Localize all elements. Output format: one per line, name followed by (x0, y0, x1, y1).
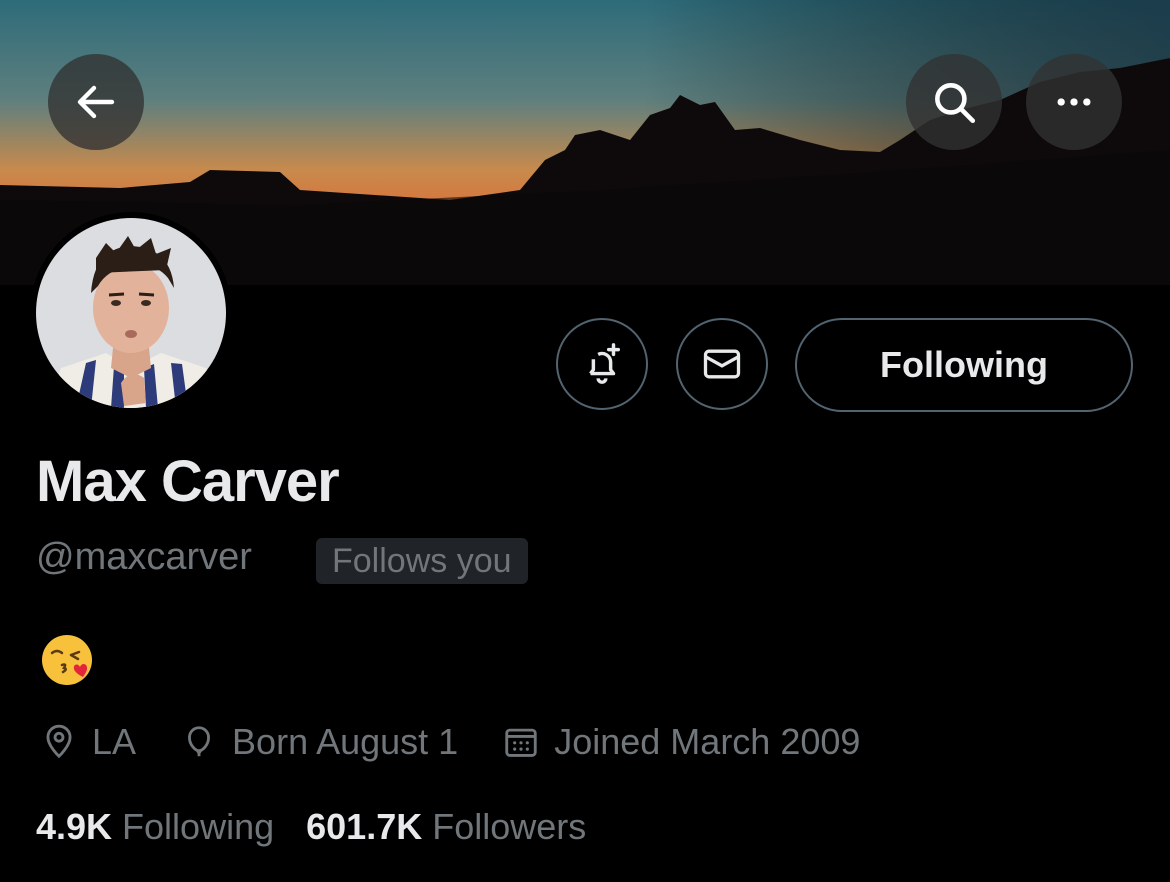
profile-handle: @maxcarver (36, 536, 252, 578)
avatar[interactable] (30, 212, 232, 414)
calendar-icon (505, 728, 537, 757)
birthday-text: Born August 1 (232, 721, 459, 762)
location-pin-icon (46, 724, 72, 759)
followers-stat[interactable]: 601.7K Followers (306, 806, 586, 848)
following-stat[interactable]: 4.9K Following (36, 806, 274, 848)
bell-plus-icon (589, 343, 621, 384)
follows-you-badge: Follows you (316, 538, 528, 584)
profile-stats: 4.9K Following 601.7K Followers (36, 806, 618, 848)
face-blowing-kiss-icon (42, 635, 92, 685)
joined-item: Joined March 2009 (502, 721, 860, 763)
envelope-icon (703, 349, 741, 379)
more-button[interactable] (1026, 54, 1122, 150)
following-label: Following (122, 806, 275, 847)
following-button[interactable]: Following (795, 318, 1133, 412)
followers-label: Followers (432, 806, 587, 847)
search-button[interactable] (906, 54, 1002, 150)
arrow-left-icon (77, 85, 115, 119)
profile-name: Max Carver (36, 449, 340, 514)
following-count: 4.9K (36, 806, 113, 847)
joined-text: Joined March 2009 (554, 721, 861, 762)
birthday-item: Born August 1 (180, 721, 458, 763)
followers-count: 601.7K (306, 806, 423, 847)
avatar-image (36, 218, 226, 408)
location-item: LA (40, 721, 136, 763)
back-button[interactable] (48, 54, 144, 150)
bio-emoji (40, 633, 94, 687)
search-icon (935, 83, 976, 124)
location-text: LA (92, 721, 137, 762)
profile-meta: LA Born August 1 Joined March 2009 (40, 718, 904, 766)
message-button[interactable] (676, 318, 768, 410)
balloon-icon (188, 726, 210, 757)
more-icon (1057, 98, 1091, 106)
notify-button[interactable] (556, 318, 648, 410)
